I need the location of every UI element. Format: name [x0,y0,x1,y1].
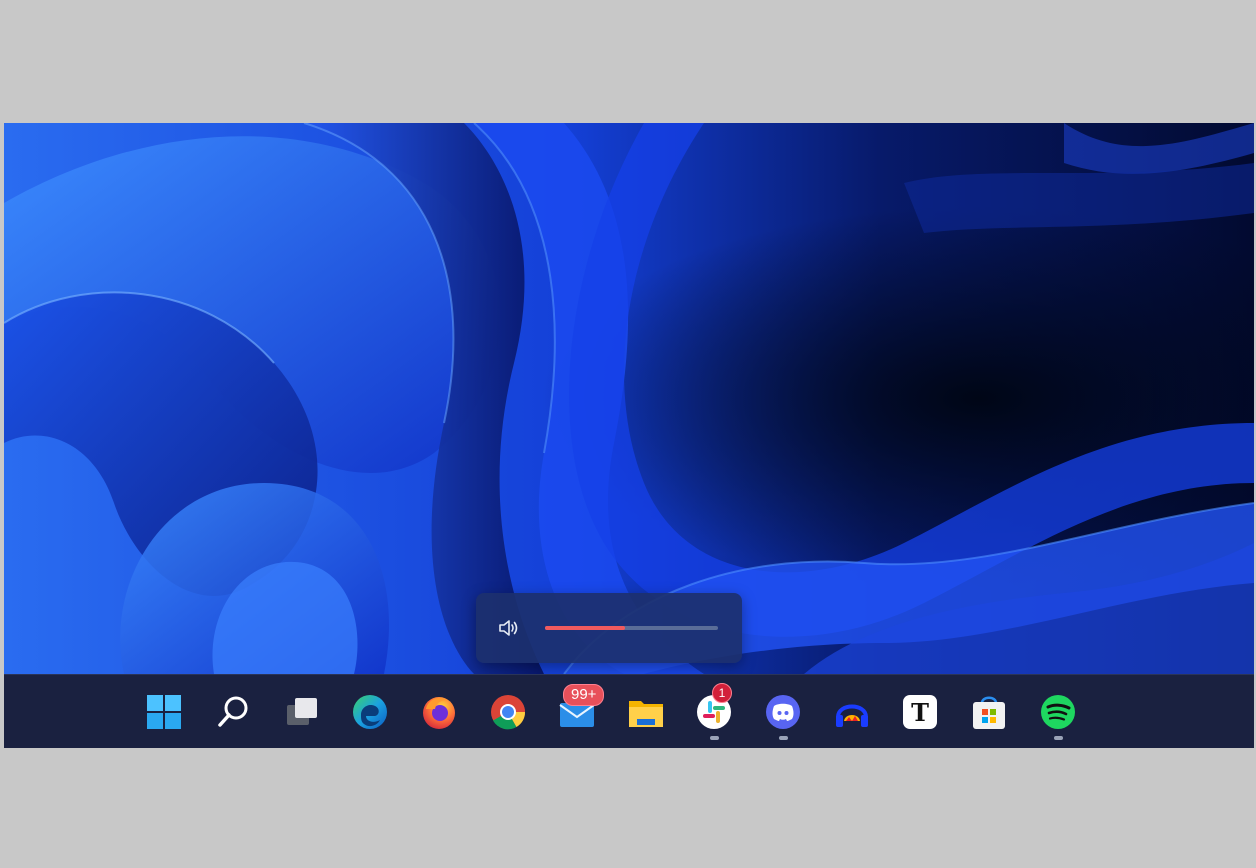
volume-flyout [476,593,742,663]
running-indicator [1054,736,1063,740]
spotify-icon [1041,695,1075,729]
running-indicator [710,736,719,740]
chrome-button[interactable] [486,690,530,734]
folder-icon [629,701,663,727]
running-indicator [779,736,788,740]
mail-button[interactable]: 99+ [555,684,605,734]
windows-logo-icon [147,695,181,729]
firefox-button[interactable] [417,690,461,734]
typora-button[interactable]: T [898,690,942,734]
speaker-icon[interactable] [498,618,520,638]
file-explorer-button[interactable] [624,690,668,734]
edge-button[interactable] [348,690,392,734]
task-view-icon [287,698,317,725]
volume-slider[interactable] [545,626,718,630]
mail-notification-badge: 99+ [563,684,605,706]
spotify-button[interactable] [1036,690,1080,740]
wallpaper-bloom [4,123,1254,674]
typora-glyph: T [911,698,929,727]
discord-icon [766,695,800,729]
discord-button[interactable] [761,690,805,740]
firefox-icon [423,697,455,729]
task-view-button[interactable] [280,690,324,734]
slack-notification-badge: 1 [712,683,732,703]
volume-slider-thumb[interactable] [617,620,633,636]
audio-app-button[interactable] [830,690,874,734]
taskbar: 99+ 1 T [4,674,1254,748]
headphones-icon [836,704,868,727]
desktop: 99+ 1 T [4,123,1254,748]
microsoft-store-button[interactable] [967,690,1011,734]
search-icon [218,696,248,727]
slack-button[interactable]: 1 [692,683,736,740]
search-button[interactable] [211,690,255,734]
start-button[interactable] [142,690,186,734]
volume-slider-fill [545,626,625,630]
chrome-icon [491,695,526,730]
edge-icon [353,695,387,729]
typora-icon: T [903,695,937,729]
store-icon [973,696,1005,729]
